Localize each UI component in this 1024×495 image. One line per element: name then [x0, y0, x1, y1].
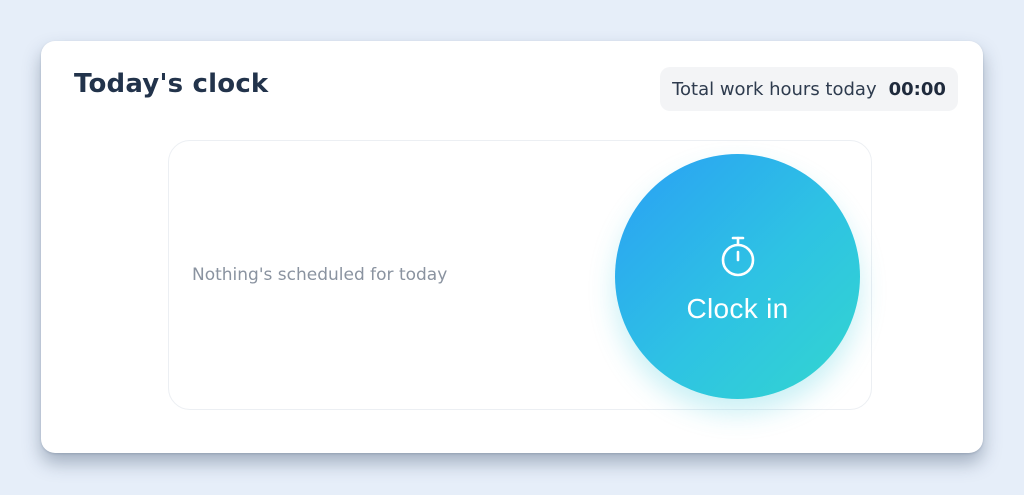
clock-in-button[interactable]: Clock in [615, 154, 860, 399]
schedule-panel: Nothing's scheduled for today Clock in [168, 140, 872, 410]
stopwatch-icon [721, 236, 754, 276]
todays-clock-card: Today's clock Total work hours today 00:… [41, 41, 983, 453]
clock-in-label: Clock in [686, 292, 789, 324]
empty-schedule-message: Nothing's scheduled for today [192, 265, 448, 285]
total-work-hours-value: 00:00 [888, 78, 946, 100]
total-work-hours-badge: Total work hours today 00:00 [660, 67, 958, 111]
total-work-hours-label: Total work hours today [672, 78, 877, 100]
card-title: Today's clock [74, 69, 269, 99]
